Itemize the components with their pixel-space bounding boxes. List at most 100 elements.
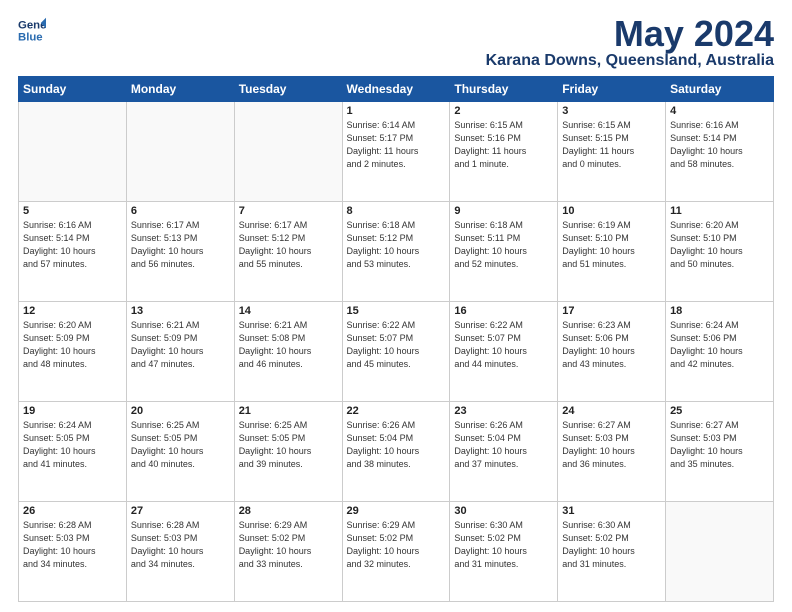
table-row: 14 Sunrise: 6:21 AM Sunset: 5:08 PM Dayli… <box>234 302 342 402</box>
day-number: 30 <box>454 505 553 517</box>
table-row: 24 Sunrise: 6:27 AM Sunset: 5:03 PM Dayli… <box>558 402 666 502</box>
table-row: 21 Sunrise: 6:25 AM Sunset: 5:05 PM Dayli… <box>234 402 342 502</box>
day-number: 31 <box>562 505 661 517</box>
col-monday: Monday <box>126 77 234 102</box>
col-wednesday: Wednesday <box>342 77 450 102</box>
day-info: Sunrise: 6:29 AM Sunset: 5:02 PM Dayligh… <box>239 519 338 571</box>
day-info: Sunrise: 6:17 AM Sunset: 5:13 PM Dayligh… <box>131 219 230 271</box>
location-title: Karana Downs, Queensland, Australia <box>486 52 774 70</box>
day-number: 12 <box>23 305 122 317</box>
day-number: 24 <box>562 405 661 417</box>
title-block: May 2024 Karana Downs, Queensland, Austr… <box>486 16 774 70</box>
svg-text:General: General <box>18 19 46 31</box>
table-row: 27Sunrise: 6:28 AM Sunset: 5:03 PM Dayli… <box>126 502 234 602</box>
calendar-week-row: 26 Sunrise: 6:28 AM Sunset: 5:03 PM Dayli… <box>19 502 774 602</box>
day-number: 25 <box>670 405 769 417</box>
table-row: 26 Sunrise: 6:28 AM Sunset: 5:03 PM Dayli… <box>19 502 127 602</box>
table-row: 22Sunrise: 6:26 AM Sunset: 5:04 PM Dayli… <box>342 402 450 502</box>
col-sunday: Sunday <box>19 77 127 102</box>
day-info: Sunrise: 6:29 AM Sunset: 5:02 PM Dayligh… <box>347 519 446 571</box>
table-row: 25 Sunrise: 6:27 AM Sunset: 5:03 PM Dayli… <box>666 402 774 502</box>
table-row <box>19 102 127 202</box>
table-row: 1Sunrise: 6:14 AM Sunset: 5:17 PM Daylig… <box>342 102 450 202</box>
day-number: 6 <box>131 205 230 217</box>
day-number: 10 <box>562 205 661 217</box>
table-row: 13 Sunrise: 6:21 AM Sunset: 5:09 PM Dayli… <box>126 302 234 402</box>
table-row: 5Sunrise: 6:16 AM Sunset: 5:14 PM Daylig… <box>19 202 127 302</box>
col-friday: Friday <box>558 77 666 102</box>
day-number: 29 <box>347 505 446 517</box>
day-info: Sunrise: 6:15 AM Sunset: 5:15 PM Dayligh… <box>562 119 661 171</box>
table-row: 30 Sunrise: 6:30 AM Sunset: 5:02 PM Dayli… <box>450 502 558 602</box>
day-number: 18 <box>670 305 769 317</box>
table-row: 23Sunrise: 6:26 AM Sunset: 5:04 PM Dayli… <box>450 402 558 502</box>
day-number: 11 <box>670 205 769 217</box>
day-number: 21 <box>239 405 338 417</box>
day-info: Sunrise: 6:22 AM Sunset: 5:07 PM Dayligh… <box>347 319 446 371</box>
table-row: 4Sunrise: 6:16 AM Sunset: 5:14 PM Daylig… <box>666 102 774 202</box>
col-thursday: Thursday <box>450 77 558 102</box>
day-info: Sunrise: 6:18 AM Sunset: 5:12 PM Dayligh… <box>347 219 446 271</box>
day-info: Sunrise: 6:16 AM Sunset: 5:14 PM Dayligh… <box>23 219 122 271</box>
day-info: Sunrise: 6:25 AM Sunset: 5:05 PM Dayligh… <box>131 419 230 471</box>
day-info: Sunrise: 6:24 AM Sunset: 5:05 PM Dayligh… <box>23 419 122 471</box>
page: General Blue May 2024 Karana Downs, Quee… <box>0 0 792 612</box>
table-row: 19Sunrise: 6:24 AM Sunset: 5:05 PM Dayli… <box>19 402 127 502</box>
day-number: 26 <box>23 505 122 517</box>
day-number: 8 <box>347 205 446 217</box>
table-row: 20 Sunrise: 6:25 AM Sunset: 5:05 PM Dayli… <box>126 402 234 502</box>
table-row: 18 Sunrise: 6:24 AM Sunset: 5:06 PM Dayli… <box>666 302 774 402</box>
calendar-week-row: 1Sunrise: 6:14 AM Sunset: 5:17 PM Daylig… <box>19 102 774 202</box>
table-row: 10 Sunrise: 6:19 AM Sunset: 5:10 PM Dayli… <box>558 202 666 302</box>
day-info: Sunrise: 6:20 AM Sunset: 5:10 PM Dayligh… <box>670 219 769 271</box>
day-info: Sunrise: 6:22 AM Sunset: 5:07 PM Dayligh… <box>454 319 553 371</box>
day-info: Sunrise: 6:27 AM Sunset: 5:03 PM Dayligh… <box>562 419 661 471</box>
table-row: 6 Sunrise: 6:17 AM Sunset: 5:13 PM Daylig… <box>126 202 234 302</box>
day-info: Sunrise: 6:28 AM Sunset: 5:03 PM Dayligh… <box>131 519 230 571</box>
logo-icon: General Blue <box>18 16 46 44</box>
calendar-week-row: 5Sunrise: 6:16 AM Sunset: 5:14 PM Daylig… <box>19 202 774 302</box>
month-title: May 2024 <box>486 16 774 52</box>
table-row <box>234 102 342 202</box>
day-number: 28 <box>239 505 338 517</box>
day-info: Sunrise: 6:21 AM Sunset: 5:09 PM Dayligh… <box>131 319 230 371</box>
day-info: Sunrise: 6:26 AM Sunset: 5:04 PM Dayligh… <box>347 419 446 471</box>
header: General Blue May 2024 Karana Downs, Quee… <box>18 16 774 70</box>
table-row: 3 Sunrise: 6:15 AM Sunset: 5:15 PM Daylig… <box>558 102 666 202</box>
day-info: Sunrise: 6:14 AM Sunset: 5:17 PM Dayligh… <box>347 119 446 171</box>
table-row: 12Sunrise: 6:20 AM Sunset: 5:09 PM Dayli… <box>19 302 127 402</box>
day-number: 4 <box>670 105 769 117</box>
day-number: 3 <box>562 105 661 117</box>
day-info: Sunrise: 6:30 AM Sunset: 5:02 PM Dayligh… <box>454 519 553 571</box>
day-info: Sunrise: 6:27 AM Sunset: 5:03 PM Dayligh… <box>670 419 769 471</box>
day-info: Sunrise: 6:30 AM Sunset: 5:02 PM Dayligh… <box>562 519 661 571</box>
day-info: Sunrise: 6:18 AM Sunset: 5:11 PM Dayligh… <box>454 219 553 271</box>
day-number: 20 <box>131 405 230 417</box>
calendar-table: Sunday Monday Tuesday Wednesday Thursday… <box>18 76 774 602</box>
day-number: 16 <box>454 305 553 317</box>
table-row: 16 Sunrise: 6:22 AM Sunset: 5:07 PM Dayli… <box>450 302 558 402</box>
col-tuesday: Tuesday <box>234 77 342 102</box>
day-number: 9 <box>454 205 553 217</box>
day-number: 14 <box>239 305 338 317</box>
day-number: 13 <box>131 305 230 317</box>
day-info: Sunrise: 6:25 AM Sunset: 5:05 PM Dayligh… <box>239 419 338 471</box>
day-info: Sunrise: 6:17 AM Sunset: 5:12 PM Dayligh… <box>239 219 338 271</box>
calendar-week-row: 19Sunrise: 6:24 AM Sunset: 5:05 PM Dayli… <box>19 402 774 502</box>
table-row <box>666 502 774 602</box>
svg-text:Blue: Blue <box>18 32 43 44</box>
day-info: Sunrise: 6:24 AM Sunset: 5:06 PM Dayligh… <box>670 319 769 371</box>
day-number: 7 <box>239 205 338 217</box>
day-info: Sunrise: 6:28 AM Sunset: 5:03 PM Dayligh… <box>23 519 122 571</box>
day-info: Sunrise: 6:21 AM Sunset: 5:08 PM Dayligh… <box>239 319 338 371</box>
calendar-header-row: Sunday Monday Tuesday Wednesday Thursday… <box>19 77 774 102</box>
day-number: 17 <box>562 305 661 317</box>
table-row: 2Sunrise: 6:15 AM Sunset: 5:16 PM Daylig… <box>450 102 558 202</box>
table-row: 9 Sunrise: 6:18 AM Sunset: 5:11 PM Daylig… <box>450 202 558 302</box>
day-info: Sunrise: 6:19 AM Sunset: 5:10 PM Dayligh… <box>562 219 661 271</box>
table-row: 29 Sunrise: 6:29 AM Sunset: 5:02 PM Dayli… <box>342 502 450 602</box>
table-row: 31 Sunrise: 6:30 AM Sunset: 5:02 PM Dayli… <box>558 502 666 602</box>
col-saturday: Saturday <box>666 77 774 102</box>
table-row: 11 Sunrise: 6:20 AM Sunset: 5:10 PM Dayli… <box>666 202 774 302</box>
table-row: 7 Sunrise: 6:17 AM Sunset: 5:12 PM Daylig… <box>234 202 342 302</box>
